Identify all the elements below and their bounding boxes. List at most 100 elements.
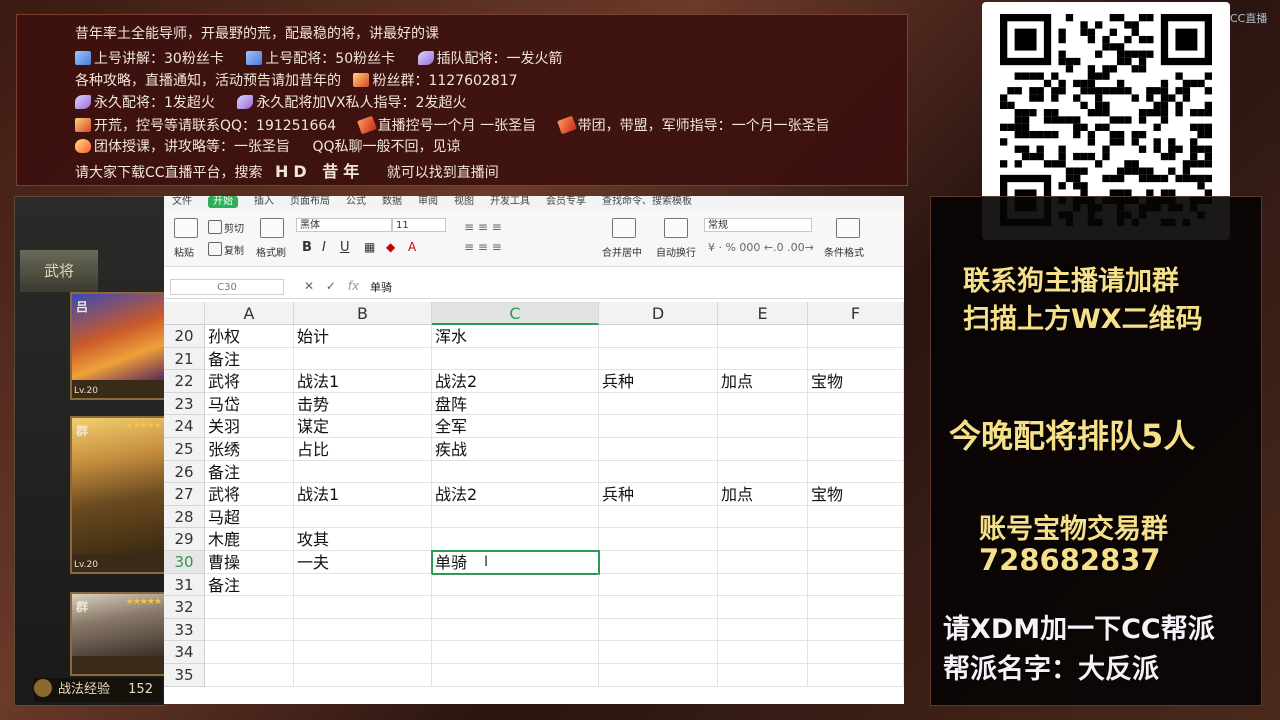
table-cell[interactable] [294,618,432,642]
row-header[interactable]: 27 [164,483,205,506]
copy-button[interactable]: 复制 [208,242,244,257]
table-cell[interactable] [808,392,904,416]
hero-card[interactable]: 群 ★★★★★ Lv.20 [70,416,166,574]
table-cell[interactable] [718,528,808,551]
table-cell[interactable] [432,505,599,529]
table-cell[interactable]: 疾战 [432,438,599,461]
table-cell[interactable] [599,415,718,438]
table-cell[interactable]: 全军 [432,415,599,438]
table-cell[interactable] [808,415,904,438]
table-cell[interactable] [599,460,718,484]
row-header[interactable]: 26 [164,460,205,484]
table-cell[interactable] [808,641,904,664]
ribbon-tab[interactable]: 插入 [254,196,274,208]
table-cell[interactable] [718,460,808,484]
underline-button[interactable]: U [340,240,350,255]
table-cell[interactable]: 战法1 [294,483,432,506]
table-cell[interactable] [808,347,904,371]
table-cell[interactable] [294,596,432,619]
column-header[interactable]: A [205,302,294,325]
table-cell[interactable]: 武将 [205,370,294,393]
table-cell[interactable] [205,641,294,664]
table-cell[interactable]: 浑水 [432,325,599,348]
hero-card[interactable]: 群 ★★★★★ [70,592,166,676]
column-header[interactable]: C [432,302,599,325]
ribbon-tab[interactable]: 公式 [346,196,366,208]
table-cell[interactable] [432,460,599,484]
table-cell[interactable] [599,325,718,348]
table-cell[interactable] [718,392,808,416]
table-cell[interactable] [294,641,432,664]
table-cell[interactable]: 击势 [294,392,432,416]
table-cell[interactable]: 攻其 [294,528,432,551]
font-color-icon[interactable]: A [408,240,416,254]
table-cell[interactable]: 关羽 [205,415,294,438]
select-all-corner[interactable] [164,302,205,325]
table-cell[interactable] [808,325,904,348]
table-cell[interactable] [718,325,808,348]
font-size-select[interactable]: 11 [392,218,446,232]
table-cell[interactable] [432,347,599,371]
table-cell[interactable] [718,415,808,438]
table-cell[interactable] [599,551,718,574]
table-cell[interactable] [205,596,294,619]
column-header[interactable]: B [294,302,432,325]
column-header[interactable]: D [599,302,718,325]
hero-tab[interactable]: 武将 [20,250,98,292]
paste-button[interactable]: 粘贴 [174,244,194,259]
table-cell[interactable] [808,505,904,529]
table-cell[interactable] [718,596,808,619]
border-icon[interactable]: ▦ [364,240,375,254]
table-cell[interactable]: 马超 [205,505,294,529]
ribbon-tab[interactable]: 会员专享 [546,196,586,208]
wrap-text-icon[interactable] [664,218,688,238]
table-cell[interactable] [599,505,718,529]
table-cell[interactable] [432,641,599,664]
table-cell[interactable]: 始计 [294,325,432,348]
table-cell[interactable] [718,641,808,664]
table-cell[interactable]: 宝物 [808,483,904,506]
merge-center-icon[interactable] [612,218,636,238]
table-cell[interactable]: 张绣 [205,438,294,461]
row-header[interactable]: 23 [164,392,205,416]
table-cell[interactable] [808,618,904,642]
table-cell[interactable] [718,573,808,597]
row-header[interactable]: 25 [164,438,205,461]
ribbon-tab[interactable]: 页面布局 [290,196,330,208]
table-cell[interactable] [599,528,718,551]
table-cell[interactable] [432,573,599,597]
row-header[interactable]: 20 [164,325,205,348]
conditional-format-button[interactable]: 条件格式 [824,244,864,259]
table-cell[interactable] [599,596,718,619]
table-cell[interactable] [718,347,808,371]
table-cell[interactable]: 一夫 [294,551,432,574]
hero-card[interactable]: 吕 Lv.20 [70,292,166,400]
column-header[interactable]: E [718,302,808,325]
table-cell[interactable] [294,347,432,371]
table-cell[interactable] [294,573,432,597]
table-cell[interactable] [718,664,808,687]
table-cell[interactable] [599,573,718,597]
table-cell[interactable] [432,528,599,551]
table-cell[interactable]: 武将 [205,483,294,506]
table-cell[interactable] [718,505,808,529]
table-cell[interactable]: 兵种 [599,370,718,393]
wrap-text-button[interactable]: 自动换行 [656,244,696,259]
paste-icon[interactable] [174,218,198,238]
ribbon-tab[interactable]: 视图 [454,196,474,208]
table-cell[interactable] [808,664,904,687]
table-cell[interactable]: 备注 [205,347,294,371]
table-cell[interactable] [718,438,808,461]
row-header[interactable]: 24 [164,415,205,438]
number-format-select[interactable]: 常规 [704,218,812,232]
table-cell[interactable]: 兵种 [599,483,718,506]
table-cell[interactable] [599,618,718,642]
table-cell[interactable] [294,664,432,687]
table-cell[interactable] [808,438,904,461]
confirm-icon[interactable]: ✓ [326,279,336,293]
conditional-format-icon[interactable] [836,218,860,238]
ribbon-tab[interactable]: 查找命令、搜索模板 [602,196,692,208]
font-name-select[interactable]: 黑体 [296,218,392,232]
row-header[interactable]: 33 [164,618,205,642]
table-cell[interactable] [294,460,432,484]
